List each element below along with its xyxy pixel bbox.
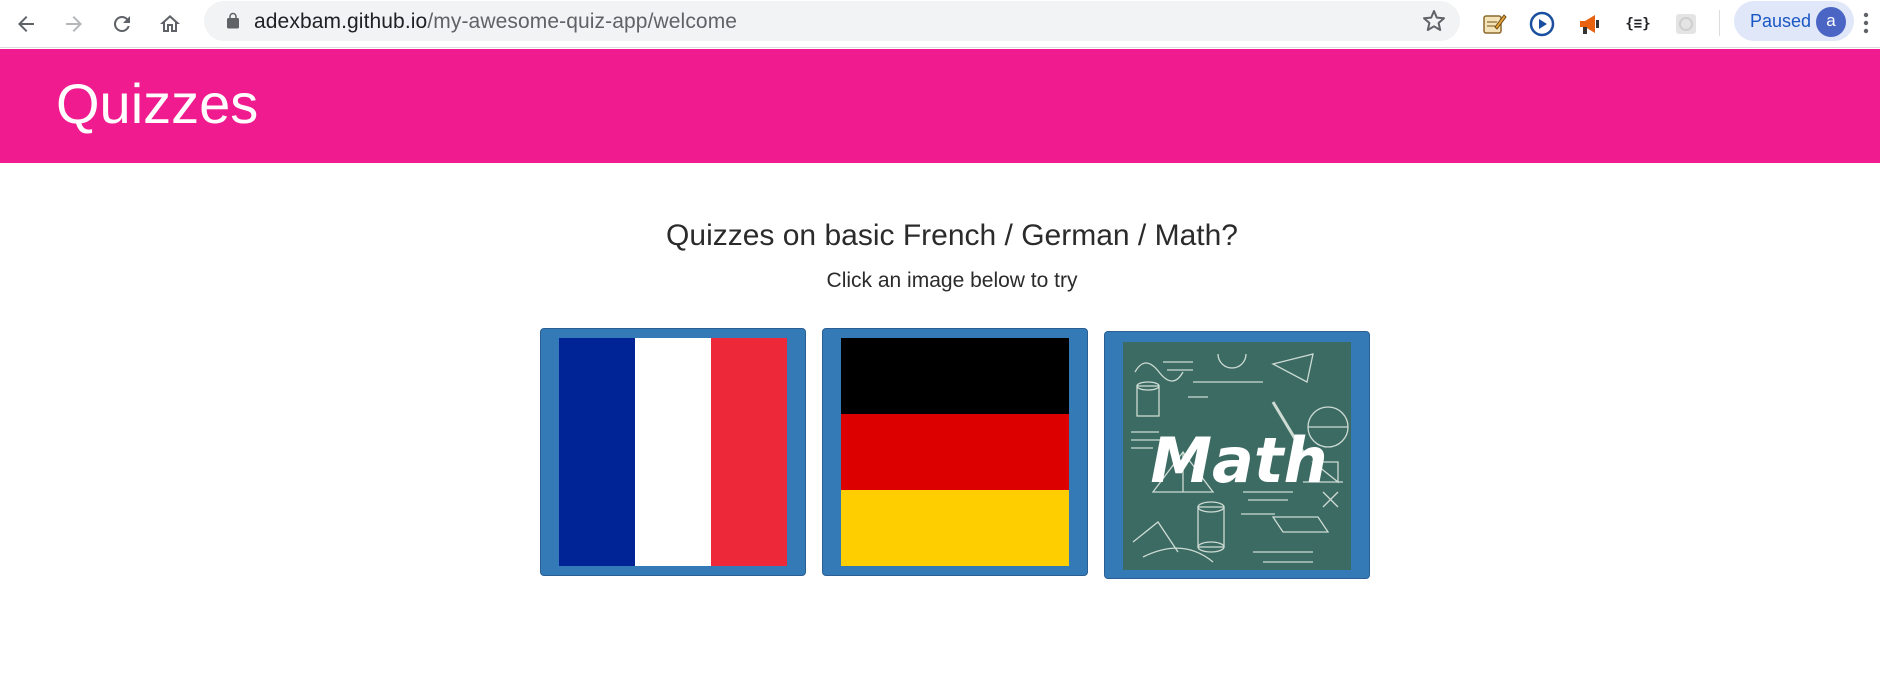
page-title: Quizzes [56, 72, 259, 135]
address-bar[interactable]: adexbam.github.io/my-awesome-quiz-app/we… [204, 1, 1460, 41]
french-quiz-card[interactable] [540, 328, 806, 576]
puzzle-gray-icon [1676, 14, 1696, 34]
home-icon [160, 15, 180, 32]
arrow-right-icon [66, 16, 82, 32]
profile-status-label: Paused [1750, 11, 1812, 31]
browser-toolbar: adexbam.github.io/my-awesome-quiz-app/we… [0, 0, 1880, 48]
megaphone-icon [1580, 15, 1599, 34]
math-image-label: Math [1150, 424, 1327, 497]
page-header: Quizzes [0, 49, 1880, 163]
home-button[interactable] [152, 6, 188, 42]
json-braces-icon: {≡} [1625, 16, 1651, 32]
notepad-pencil-icon [1483, 14, 1507, 34]
extension-play-button[interactable] [1526, 8, 1558, 40]
extension-json-button[interactable]: {≡} [1622, 8, 1654, 40]
german-flag-image [841, 338, 1069, 566]
profile-button[interactable]: Paused a [1734, 1, 1854, 41]
url-text: adexbam.github.io/my-awesome-quiz-app/we… [254, 11, 737, 33]
extension-gray-button[interactable] [1670, 8, 1702, 40]
arrow-left-icon [18, 16, 34, 32]
toolbar-divider [1719, 10, 1720, 36]
forward-button[interactable] [56, 6, 92, 42]
intro-instruction: Click an image below to try [826, 269, 1078, 292]
back-button[interactable] [8, 6, 44, 42]
intro-headline: Quizzes on basic French / German / Math? [666, 219, 1238, 252]
play-circle-icon [1529, 11, 1555, 37]
url-path: /my-awesome-quiz-app/welcome [427, 10, 738, 33]
math-chalkboard-image: Math [1123, 342, 1351, 570]
reload-icon [113, 15, 130, 32]
french-flag-image [559, 338, 787, 566]
lock-icon [227, 12, 239, 29]
german-quiz-card[interactable] [822, 328, 1088, 576]
url-host: adexbam.github.io [254, 10, 428, 33]
math-quiz-card[interactable]: Math [1104, 331, 1370, 579]
extension-megaphone-button[interactable] [1574, 8, 1606, 40]
extension-notes-button[interactable] [1478, 8, 1510, 40]
avatar: a [1816, 7, 1846, 37]
more-menu-icon[interactable] [1856, 8, 1876, 38]
reload-button[interactable] [104, 6, 140, 42]
bookmark-star-icon[interactable] [1422, 9, 1446, 33]
